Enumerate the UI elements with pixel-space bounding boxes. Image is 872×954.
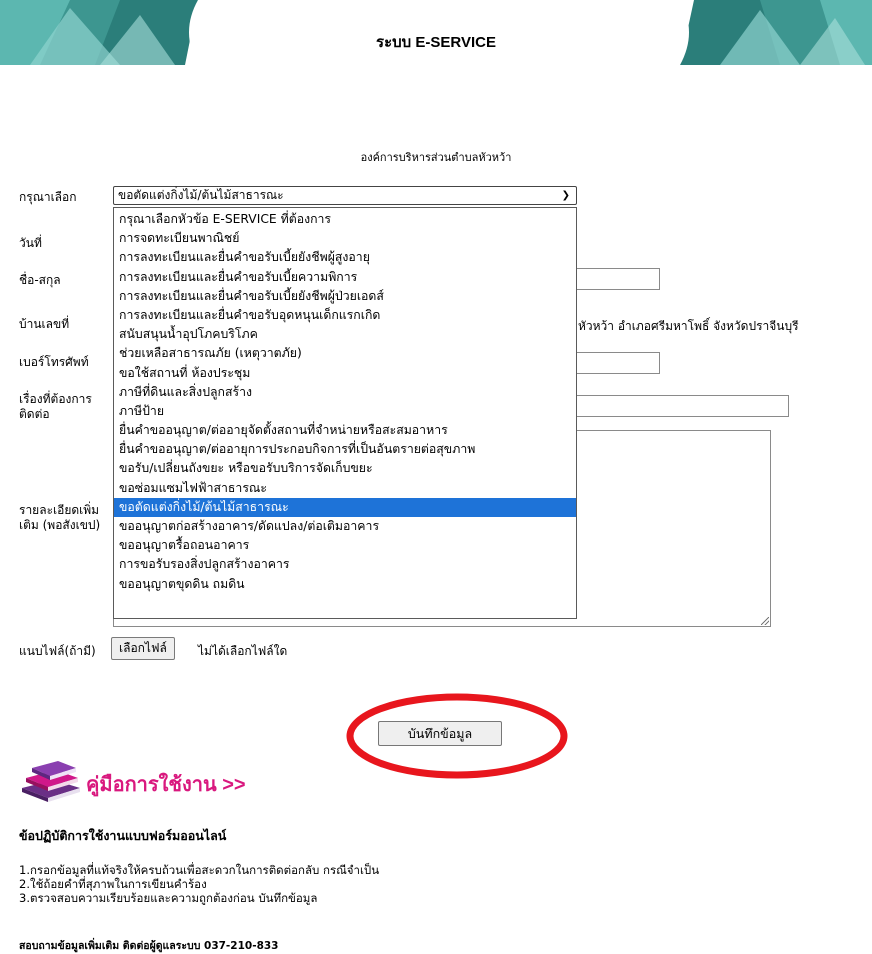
details-label: รายละเอียดเพิ่มเติม (พอสังเขป) [19,503,101,532]
name-label: ชื่อ-สกุล [19,273,61,287]
topic-select-value: ขอตัดแต่งกิ่งไม้/ต้นไม้สาธารณะ [118,188,284,202]
rule-item: 3.ตรวจสอบความเรียบร้อยและความถูกต้องก่อน… [19,891,318,905]
subject-label: เรื่องที่ต้องการติดต่อ [19,392,92,421]
dropdown-option[interactable]: ช่วยเหลือสาธารณภัย (เหตุวาตภัย) [114,344,576,363]
dropdown-option[interactable]: ขอซ่อมแซมไฟฟ้าสาธารณะ [114,479,576,498]
attach-label: แนบไฟล์(ถ้ามี) [19,644,96,658]
dropdown-option[interactable]: การลงทะเบียนและยื่นคำขอรับอุดหนุนเด็กแรก… [114,306,576,325]
dropdown-option[interactable]: การลงทะเบียนและยื่นคำขอรับเบี้ยยังชีพผู้… [114,248,576,267]
highlight-ellipse [346,693,568,779]
contact-info: สอบถามข้อมูลเพิ่มเติม ติดต่อผู้ดูแลระบบ … [19,940,279,952]
books-icon [22,761,80,802]
dropdown-option[interactable]: สนับสนุนน้ำอุปโภคบริโภค [114,325,576,344]
dropdown-option[interactable]: ขออนุญาตก่อสร้างอาคาร/ดัดแปลง/ต่อเติมอาค… [114,517,576,536]
topic-select[interactable]: ขอตัดแต่งกิ่งไม้/ต้นไม้สาธารณะ ❯ [113,186,577,205]
topic-label: กรุณาเลือก [19,190,77,204]
dropdown-option[interactable]: การลงทะเบียนและยื่นคำขอรับเบี้ยความพิการ [114,268,576,287]
phone-label: เบอร์โทรศัพท์ [19,355,89,369]
dropdown-option[interactable]: ขออนุญาตขุดดิน ถมดิน [114,575,576,594]
topic-dropdown-list[interactable]: กรุณาเลือกหัวข้อ E-SERVICE ที่ต้องการ การ… [113,207,577,619]
org-name: องค์การบริหารส่วนตำบลหัวหว้า [360,151,512,164]
dropdown-option[interactable]: ยื่นคำขออนุญาต/ต่ออายุการประกอบกิจการที่… [114,440,576,459]
dropdown-option[interactable]: ขอรับ/เปลี่ยนถังขยะ หรือขอรับบริการจัดเก… [114,459,576,478]
dropdown-option[interactable]: ยื่นคำขออนุญาต/ต่ออายุจัดตั้งสถานที่จำหน… [114,421,576,440]
dropdown-option[interactable]: การลงทะเบียนและยื่นคำขอรับเบี้ยยังชีพผู้… [114,287,576,306]
dropdown-option[interactable]: ภาษีป้าย [114,402,576,421]
chevron-down-icon: ❯ [561,190,570,201]
system-title: ระบบ E-SERVICE [376,34,496,51]
no-file-text: ไม่ได้เลือกไฟล์ใด [198,644,288,658]
rules-title: ข้อปฏิบัติการใช้งานแบบฟอร์มออนไลน์ [19,828,227,843]
address-label: บ้านเลขที่ [19,317,70,331]
dropdown-option[interactable]: การจดทะเบียนพาณิชย์ [114,229,576,248]
address-suffix: หัวหว้า อำเภอศรีมหาโพธิ์ จังหวัดปราจีนบุ… [578,319,799,333]
date-label: วันที่ [19,236,42,250]
resize-handle[interactable] [761,617,769,625]
dropdown-option[interactable]: กรุณาเลือกหัวข้อ E-SERVICE ที่ต้องการ [114,210,576,229]
dropdown-option[interactable]: ขออนุญาตรื้อถอนอาคาร [114,536,576,555]
choose-file-button[interactable]: เลือกไฟล์ [111,637,175,660]
dropdown-option[interactable]: ขอใช้สถานที่ ห้องประชุม [114,364,576,383]
dropdown-option[interactable]: ภาษีที่ดินและสิ่งปลูกสร้าง [114,383,576,402]
manual-link[interactable]: คู่มือการใช้งาน >> [86,768,246,800]
dropdown-option[interactable]: การขอรับรองสิ่งปลูกสร้างอาคาร [114,555,576,574]
dropdown-option[interactable]: ขอตัดแต่งกิ่งไม้/ต้นไม้สาธารณะ [114,497,576,517]
